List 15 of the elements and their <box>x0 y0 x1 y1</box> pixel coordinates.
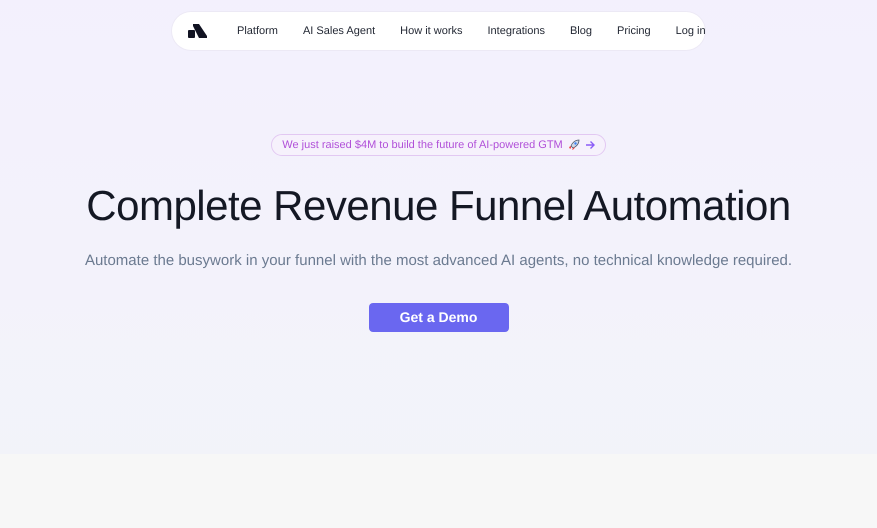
arrow-right-icon <box>584 140 595 150</box>
announcement-text: We just raised $4M to build the future of AI-powered GTM <box>282 138 563 153</box>
announcement-banner[interactable]: We just raised $4M to build the future of AI-powered GTM <box>271 134 606 156</box>
hero-subtitle: Automate the busywork in your funnel with the most advanced AI agents, no technical knowledge required. <box>84 251 792 271</box>
nav-link[interactable]: Pricing <box>617 22 651 40</box>
rocket-icon <box>568 139 580 151</box>
logo-icon[interactable] <box>188 24 207 38</box>
nav-link[interactable]: Log in <box>676 22 706 40</box>
nav-link[interactable]: Platform <box>237 22 278 40</box>
nav-link[interactable]: How it works <box>400 22 462 40</box>
get-demo-button[interactable]: Get a Demo <box>368 302 508 332</box>
nav-link[interactable]: AI Sales Agent <box>302 22 376 40</box>
hero-title: Complete Revenue Funnel Automation <box>86 181 791 231</box>
nav-link[interactable]: Blog <box>570 22 592 40</box>
nav-link[interactable]: Integrations <box>487 22 545 40</box>
